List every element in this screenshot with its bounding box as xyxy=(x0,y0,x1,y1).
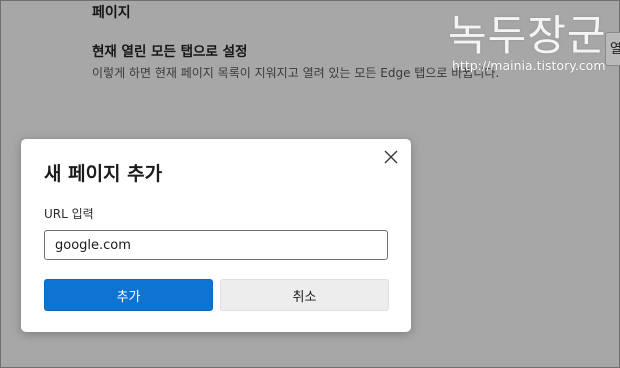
set-open-tabs-button: 열 xyxy=(605,32,620,66)
cancel-button[interactable]: 취소 xyxy=(220,279,389,311)
watermark-url: http://mainia.tistory.com xyxy=(452,58,606,73)
add-page-dialog: 새 페이지 추가 URL 입력 추가 취소 xyxy=(21,139,411,332)
watermark-title: 녹두장군 xyxy=(448,11,607,60)
url-input[interactable] xyxy=(44,230,388,260)
add-button[interactable]: 추가 xyxy=(44,279,213,311)
option-description: 이렇게 하면 현재 페이지 목록이 지워지고 열려 있는 모든 Edge 탭으로… xyxy=(92,66,500,80)
dialog-title: 새 페이지 추가 xyxy=(44,163,163,185)
url-input-label: URL 입력 xyxy=(44,207,94,221)
section-title: 페이지 xyxy=(92,5,131,21)
option-title: 현재 열린 모든 탭으로 설정 xyxy=(92,44,248,60)
close-icon[interactable] xyxy=(381,147,401,167)
